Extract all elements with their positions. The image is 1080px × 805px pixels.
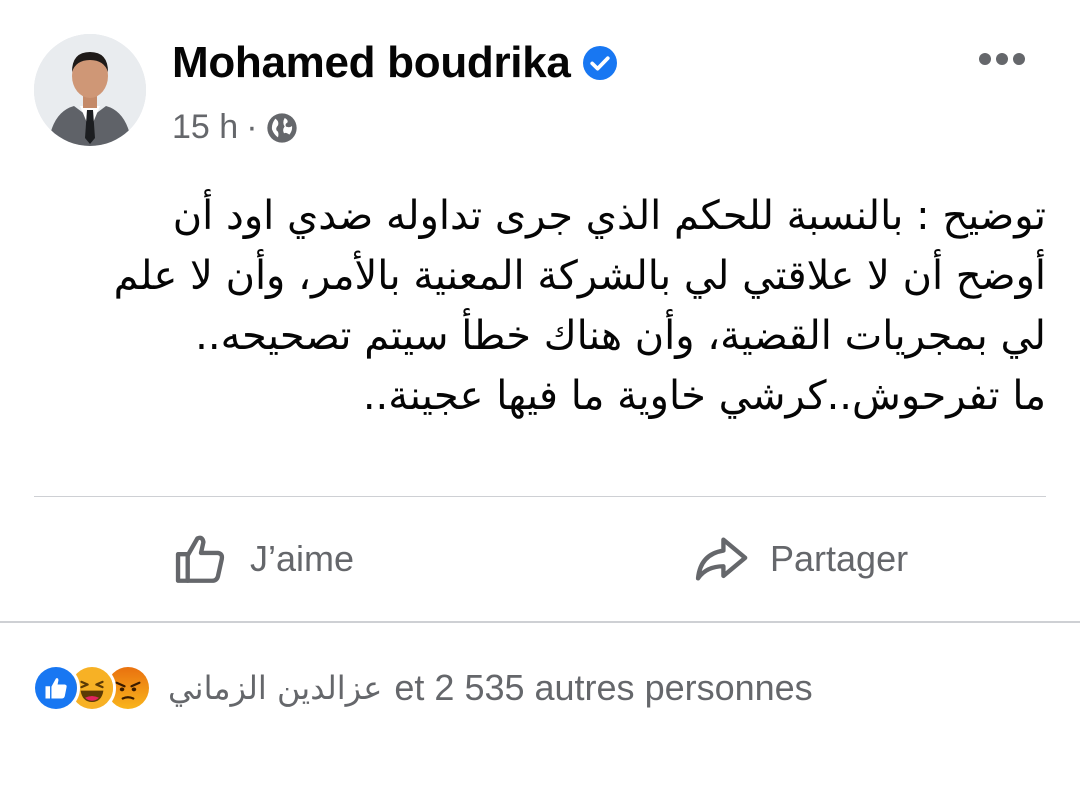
post-text-line: توضيح : بالنسبة للحكم الذي جرى تداوله ضد… bbox=[172, 193, 1046, 239]
post-timestamp[interactable]: 15 h bbox=[172, 108, 238, 147]
share-label: Partager bbox=[770, 538, 909, 579]
divider bbox=[34, 496, 1046, 497]
author-avatar[interactable] bbox=[34, 34, 146, 146]
post-actions: J’aime Partager bbox=[0, 498, 1080, 620]
reactors-count-text: et 2 535 autres personnes bbox=[394, 667, 813, 708]
like-label: J’aime bbox=[250, 538, 355, 579]
verified-badge-icon bbox=[582, 46, 617, 80]
share-arrow-icon bbox=[695, 537, 748, 581]
post-meta: 15 h · bbox=[172, 108, 298, 147]
divider bbox=[0, 621, 1080, 623]
avatar-photo-icon bbox=[34, 34, 146, 146]
author-row: Mohamed boudrika bbox=[172, 38, 617, 88]
first-reactor-name: عزالدين الزماني bbox=[168, 669, 383, 707]
author-name[interactable]: Mohamed boudrika bbox=[172, 38, 571, 88]
meta-separator: · bbox=[246, 108, 258, 146]
thumbs-up-icon bbox=[175, 535, 225, 583]
more-options-icon[interactable] bbox=[978, 52, 1026, 66]
reactions-summary[interactable]: عزالدين الزماني et 2 535 autres personne… bbox=[32, 658, 813, 718]
post-text-line: ما تفرحوش..كرشي خاوية ما فيها عجينة.. bbox=[362, 373, 1046, 419]
post-text-line: لي بمجريات القضية، وأن هناك خطأ سيتم تصح… bbox=[195, 313, 1046, 359]
like-button[interactable]: J’aime bbox=[172, 524, 354, 594]
like-reaction-icon bbox=[32, 664, 80, 712]
globe-icon bbox=[266, 112, 297, 143]
post-text-line: أوضح أن لا علاقتي لي بالشركة المعنية بال… bbox=[113, 253, 1046, 299]
post-body: توضيح : بالنسبة للحكم الذي جرى تداوله ضد… bbox=[34, 186, 1046, 426]
share-button[interactable]: Partager bbox=[692, 524, 908, 594]
post-header: Mohamed boudrika 15 h · bbox=[34, 34, 1046, 154]
